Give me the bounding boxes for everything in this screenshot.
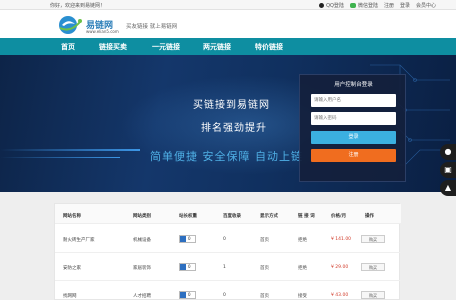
banner-subheadline: 排名强劲提升 — [201, 123, 267, 134]
login-title: 用户控制台登录 — [334, 82, 373, 88]
qq-icon — [319, 3, 325, 8]
username-input[interactable] — [311, 94, 396, 107]
buy-button[interactable]: 购买 — [361, 263, 385, 271]
anchor-policy: 接受 — [298, 294, 307, 299]
table-row: 耐火砖生产厂家 机械设备 0 0 首页 拒绝 ¥ 141.00 购买 — [55, 226, 401, 253]
password-input[interactable] — [311, 112, 396, 125]
col-action: 操作 — [365, 214, 374, 219]
anchor-policy: 拒绝 — [298, 238, 307, 243]
wechat-login-link[interactable]: 微信登陆 — [349, 2, 378, 9]
site-name[interactable]: 安防之家 — [63, 265, 81, 271]
banner-tagline: 简单便捷 安全保障 自动上链 — [150, 150, 303, 163]
main-nav: 首页 链接买卖 一元链接 两元链接 特价链接 — [0, 38, 456, 55]
login-link[interactable]: 登录 — [400, 2, 410, 9]
top-icon[interactable]: ▲ — [440, 180, 456, 196]
site-category: 机械设备 — [133, 238, 151, 243]
col-weight: 站长权重 — [179, 214, 197, 219]
display-mode: 首页 — [260, 266, 269, 271]
cart-icon[interactable]: ▣ — [440, 162, 456, 178]
weight-icon — [180, 264, 186, 270]
qq-icon[interactable]: ● — [440, 144, 456, 160]
col-baidu: 百度收录 — [223, 214, 241, 219]
table-header: 网站名称 网站类别 站长权重 百度收录 显示方式 链 接 词 价格/月 操作 — [55, 204, 401, 224]
top-links: QQ登陆 微信登陆 注册 登录 会员中心 — [319, 2, 436, 9]
buy-button[interactable]: 购买 — [361, 235, 385, 243]
header-slogan: 买友链接 就上易链网 — [126, 24, 178, 30]
monthly-price: ¥ 29.00 — [331, 265, 349, 270]
side-toolbar: ● ▣ ▲ — [440, 144, 456, 198]
top-bar: 你好，欢迎来到易链网！ QQ登陆 微信登陆 注册 登录 会员中心 — [0, 0, 456, 10]
site-logo-icon[interactable] — [56, 14, 88, 36]
col-price: 价格/月 — [331, 214, 347, 219]
col-site-name: 网站名称 — [63, 214, 81, 219]
col-anchor: 链 接 词 — [298, 214, 315, 219]
site-category: 人才招聘 — [133, 294, 151, 299]
site-header: 易链网 www.elian5.com 买友链接 就上易链网 — [0, 10, 456, 38]
monthly-price: ¥ 141.00 — [331, 237, 352, 242]
baidu-count: 0 — [223, 293, 226, 298]
member-center-link[interactable]: 会员中心 — [416, 2, 436, 9]
display-mode: 首页 — [260, 238, 269, 243]
wechat-icon — [349, 3, 356, 8]
nav-item-special[interactable]: 特价链接 — [255, 42, 283, 52]
banner-line — [0, 157, 120, 158]
col-display: 显示方式 — [260, 214, 278, 219]
banner-headline: 买链接到易链网 — [193, 100, 270, 111]
register-button[interactable]: 注册 — [311, 149, 396, 162]
weight-badge: 0 — [179, 263, 196, 271]
welcome-text: 你好，欢迎来到易链网！ — [50, 3, 106, 9]
nav-item-two-yuan[interactable]: 两元链接 — [203, 42, 231, 52]
display-mode: 首页 — [260, 294, 269, 299]
site-name[interactable]: 耐火砖生产厂家 — [63, 237, 95, 243]
weight-icon — [180, 292, 186, 298]
qq-login-link[interactable]: QQ登陆 — [319, 2, 344, 9]
baidu-count: 1 — [223, 265, 226, 270]
col-category: 网站类别 — [133, 214, 151, 219]
weight-badge: 0 — [179, 291, 196, 299]
register-link[interactable]: 注册 — [384, 2, 394, 9]
logo-url: www.elian5.com — [86, 29, 119, 34]
nav-item-home[interactable]: 首页 — [61, 42, 75, 52]
site-name[interactable]: 找网网 — [63, 293, 77, 299]
buy-button[interactable]: 购买 — [361, 291, 385, 299]
nav-item-link-trade[interactable]: 链接买卖 — [99, 42, 127, 52]
banner-line — [0, 149, 140, 151]
login-panel: 用户控制台登录 登录 注册 — [299, 74, 406, 182]
site-category: 家居装饰 — [133, 266, 151, 271]
nav-item-one-yuan[interactable]: 一元链接 — [152, 42, 180, 52]
weight-icon — [180, 236, 186, 242]
login-button[interactable]: 登录 — [311, 131, 396, 144]
baidu-count: 0 — [223, 237, 226, 242]
monthly-price: ¥ 43.00 — [331, 293, 349, 298]
anchor-policy: 拒绝 — [298, 266, 307, 271]
weight-badge: 0 — [179, 235, 196, 243]
link-list-panel: 网站名称 网站类别 站长权重 百度收录 显示方式 链 接 词 价格/月 操作 耐… — [54, 203, 401, 300]
table-row: 找网网 人才招聘 0 0 首页 接受 ¥ 43.00 购买 — [55, 282, 401, 300]
table-row: 安防之家 家居装饰 0 1 首页 拒绝 ¥ 29.00 购买 — [55, 254, 401, 281]
